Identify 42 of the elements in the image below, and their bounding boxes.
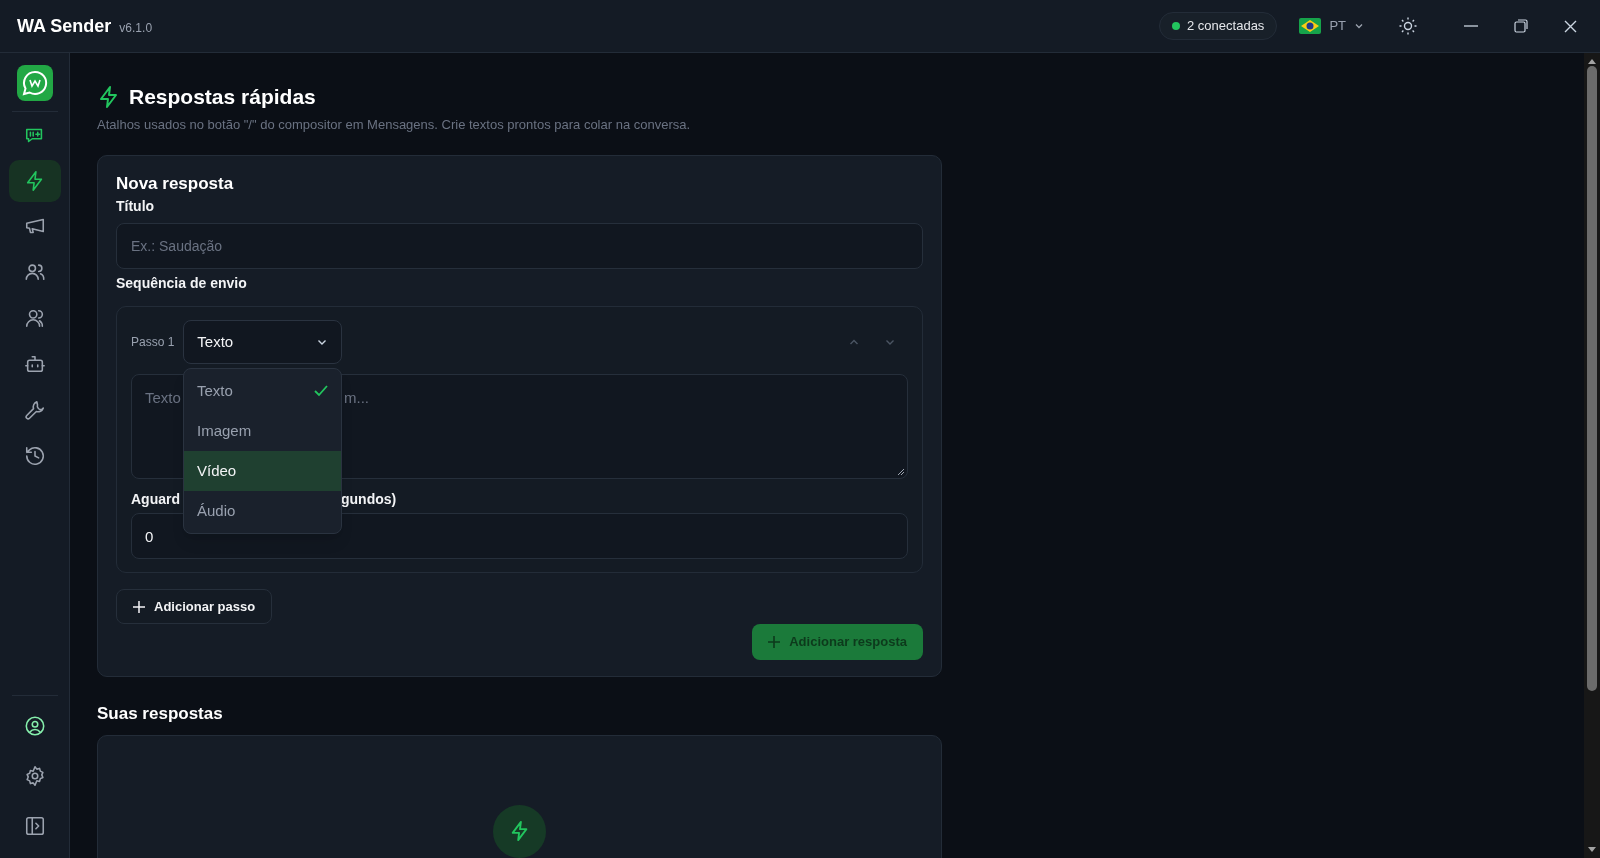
- empty-state-icon: [493, 804, 546, 858]
- field-label: Título: [116, 197, 156, 216]
- scroll-up-icon[interactable]: [1588, 58, 1596, 64]
- section-heading: Suas respostas: [97, 703, 224, 725]
- scroll-down-icon[interactable]: [1588, 847, 1596, 853]
- sidebar-toggle-icon: [23, 815, 46, 837]
- users-icon: [23, 261, 46, 283]
- field-label: gundos): [341, 490, 397, 509]
- add-step-button[interactable]: Adicionar passo: [116, 589, 273, 624]
- field-label: Aguard: [131, 490, 180, 509]
- form-heading: Nova resposta: [116, 174, 235, 194]
- robot-icon: [23, 353, 46, 375]
- history-icon: [23, 445, 46, 467]
- page-title: Respostas rápidas: [129, 84, 316, 110]
- step-type-select[interactable]: Texto: [183, 320, 343, 364]
- dropdown-option[interactable]: Imagem: [184, 411, 341, 451]
- connection-status[interactable]: 2 conectadas: [1159, 12, 1278, 40]
- title-input[interactable]: Ex.: Saudação: [116, 223, 923, 269]
- users-icon: [23, 307, 46, 329]
- scrollbar[interactable]: [1584, 53, 1600, 858]
- dropdown-option[interactable]: Vídeo: [184, 451, 341, 491]
- version-label: v6.1.0: [119, 20, 153, 37]
- close-icon[interactable]: [1564, 19, 1577, 33]
- check-icon: [314, 385, 328, 397]
- plus-icon: [768, 636, 781, 648]
- flag-icon: [1299, 18, 1322, 34]
- theme-toggle-icon[interactable]: [1398, 16, 1418, 36]
- field-label: Sequência de envio: [116, 274, 248, 293]
- wrench-icon: [23, 399, 46, 421]
- step-label: Passo 1: [131, 334, 175, 351]
- language-selector[interactable]: PT: [1299, 16, 1364, 36]
- plus-icon: [133, 600, 145, 613]
- page-subtitle: Atalhos usados no botão "/" do compositor em Mensagens. Crie textos prontos para colar na conversa.: [97, 115, 692, 134]
- dropdown-option[interactable]: Texto: [184, 371, 341, 411]
- settings-icon: [23, 765, 46, 787]
- resize-handle-icon[interactable]: [897, 468, 905, 476]
- app-logo: [16, 65, 53, 101]
- chevron-down-icon: [1354, 21, 1364, 31]
- app-title: WA Sender: [17, 14, 112, 38]
- account-icon: [23, 715, 46, 737]
- restore-icon[interactable]: [1514, 19, 1528, 33]
- sidebar-item[interactable]: [8, 160, 61, 202]
